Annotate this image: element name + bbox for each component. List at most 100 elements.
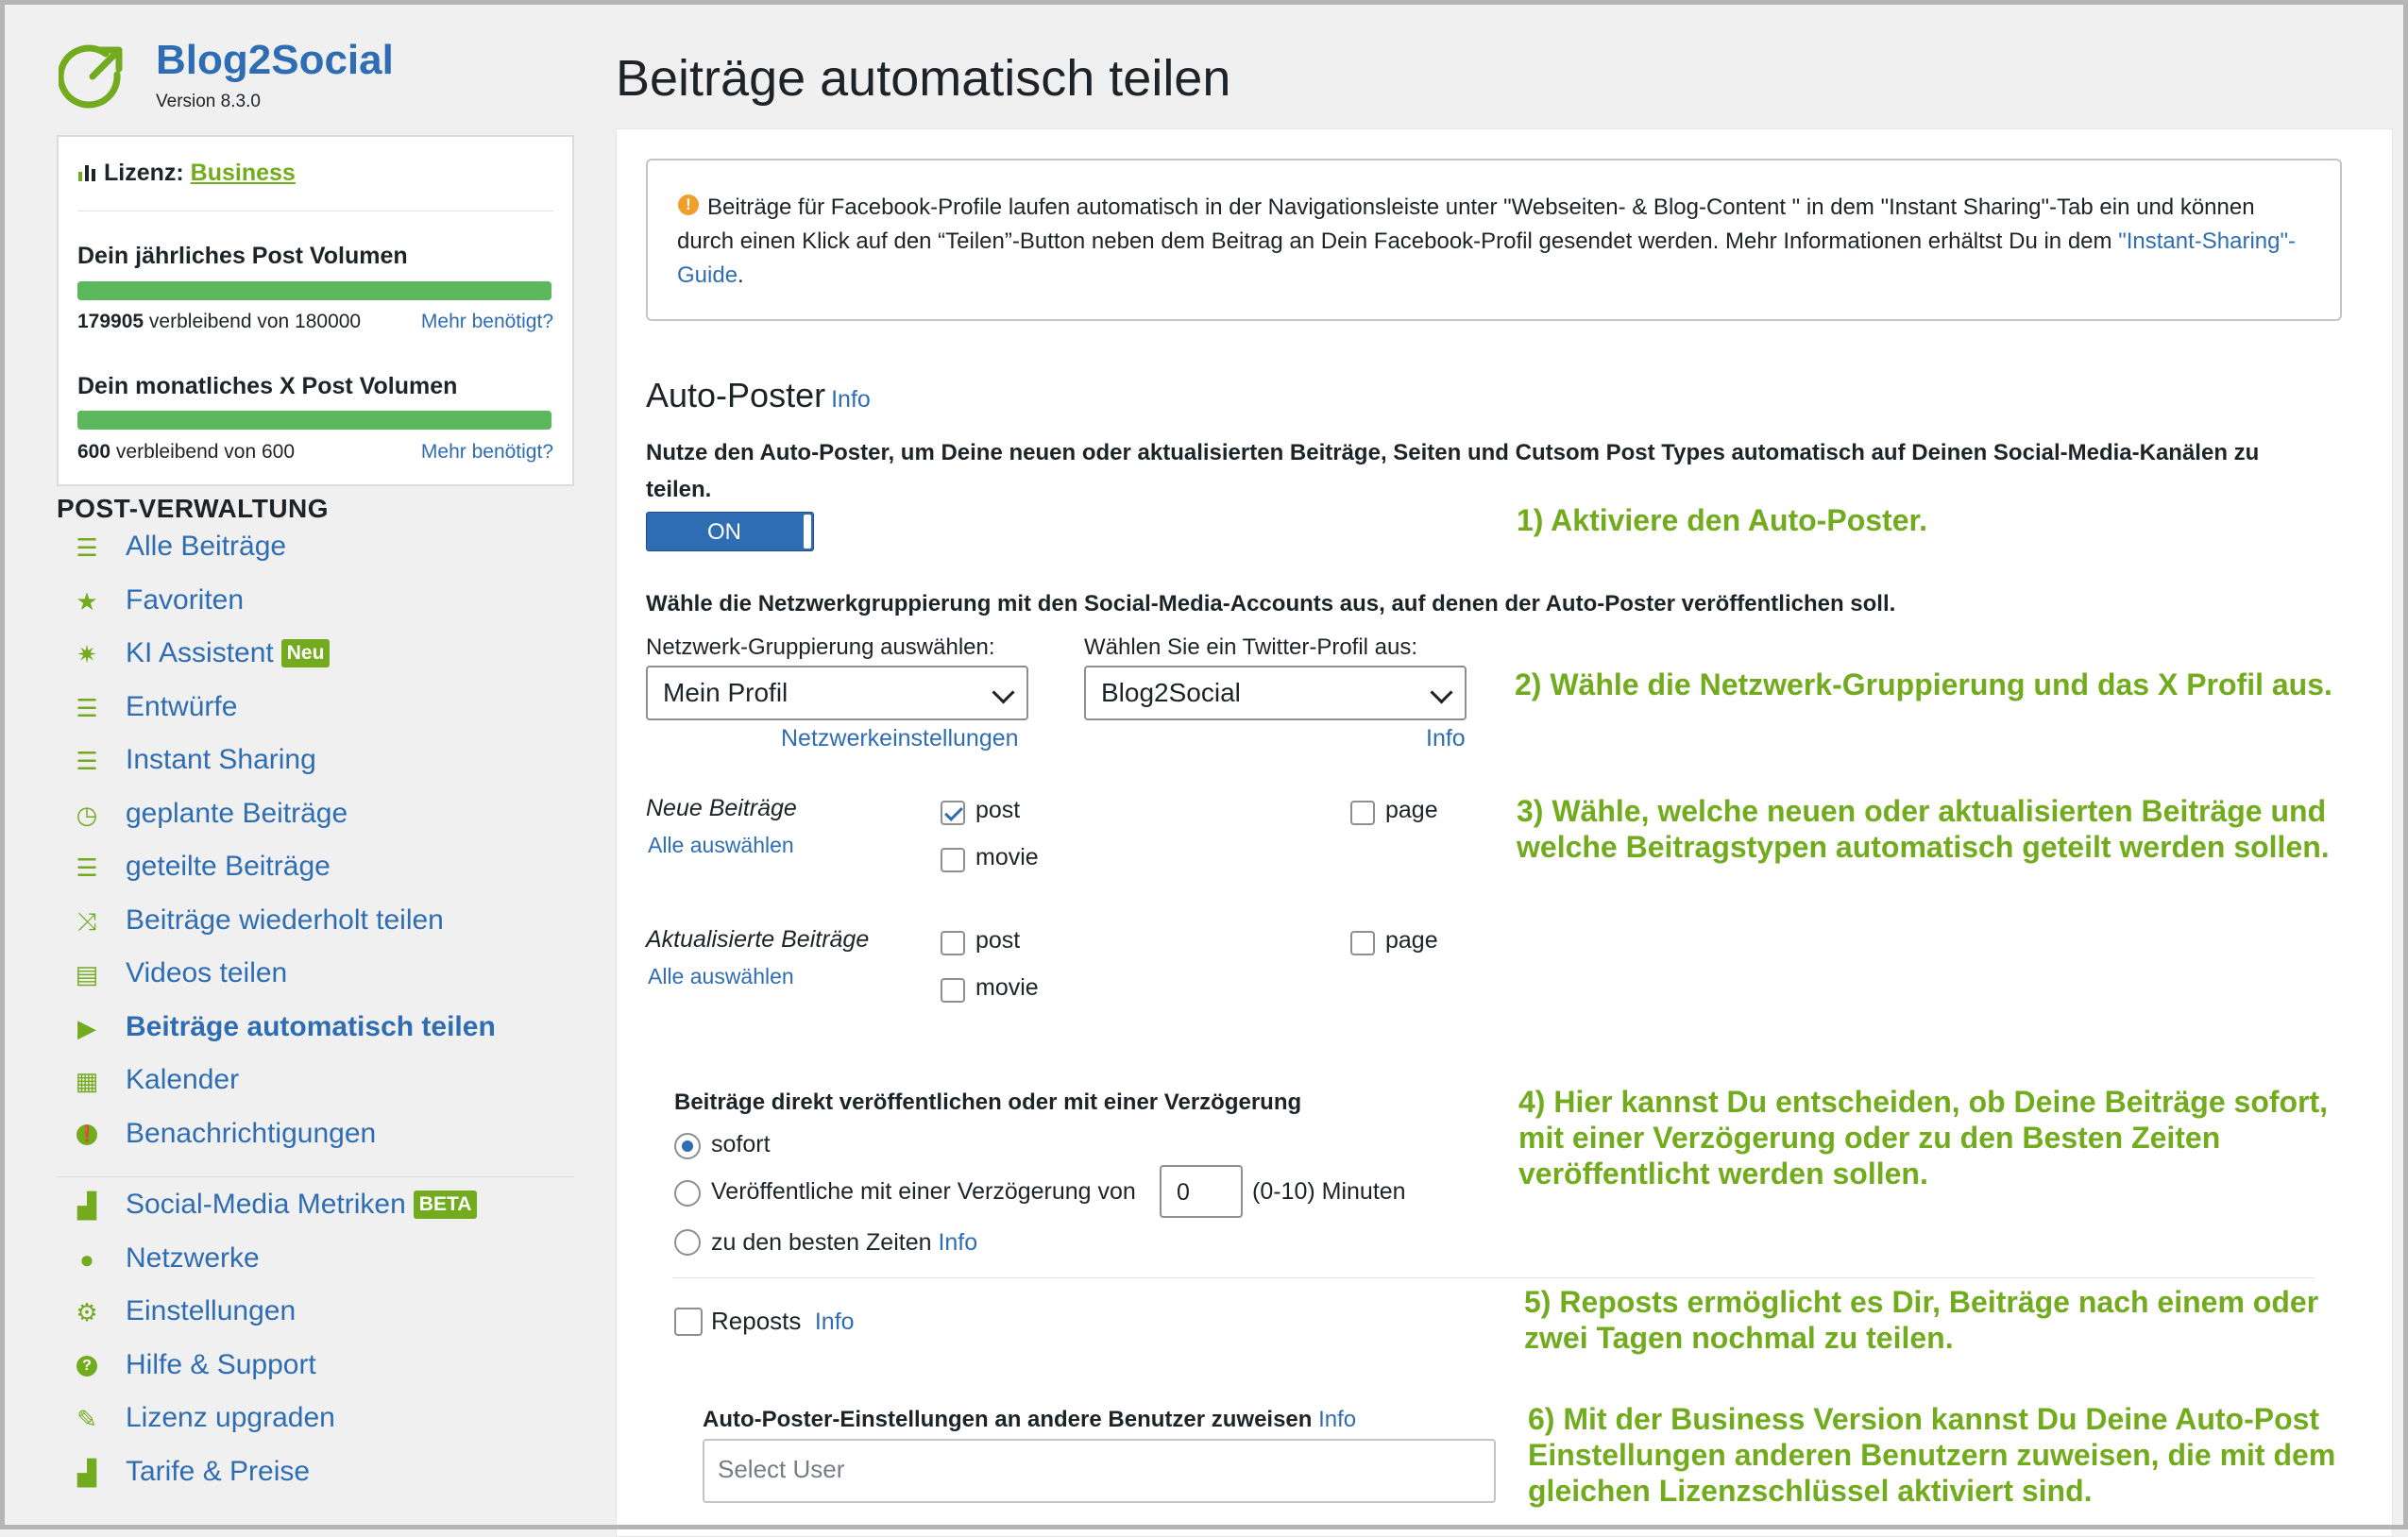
sidebar-item-tarife-preise[interactable]: ▟ Tarife & Preise [57, 1454, 585, 1508]
sidebar-item-entwürfe[interactable]: ☰ Entwürfe [57, 689, 585, 743]
alert-icon: ❗ [76, 1123, 97, 1145]
film-icon: ▤ [75, 960, 99, 988]
sidebar-item-label: Videos teilen [126, 957, 288, 988]
twitter-profile-select[interactable]: Blog2Social [1084, 666, 1467, 720]
reposts-info-link[interactable]: Info [815, 1309, 855, 1335]
sidebar-item-label: Entwürfe [126, 690, 238, 722]
sparkle-icon: ✷ [76, 640, 97, 668]
publish-now-radio[interactable] [674, 1133, 701, 1159]
sidebar-item-instant-sharing[interactable]: ☰ Instant Sharing [57, 742, 585, 796]
annotation-4: 4) Hier kannst Du entscheiden, ob Deine … [1518, 1085, 2329, 1191]
sidebar-item-ki-assistent[interactable]: ✷ KI Assistent Neu [57, 635, 585, 689]
publish-delay-radio[interactable] [674, 1180, 701, 1207]
bar-chart-icon: ▟ [77, 1191, 96, 1220]
autoposter-intro: Nutze den Auto-Poster, um Deine neuen od… [646, 440, 2260, 502]
annotation-2: 2) Wähle die Netzwerk-Gruppierung und da… [1515, 667, 2332, 701]
delay-minutes-input[interactable]: 0 [1160, 1165, 1243, 1218]
bar-chart-icon: ▟ [77, 1458, 96, 1487]
user-icon: ● [79, 1244, 94, 1274]
toggle-label: ON [707, 519, 741, 545]
monthly-more-link[interactable]: Mehr benötigt? [421, 441, 553, 464]
sidebar-item-hilfe-support[interactable]: ? Hilfe & Support [57, 1347, 585, 1401]
annotation-6: 6) Mit der Business Version kannst Du De… [1528, 1402, 2336, 1508]
chevron-down-icon [1430, 681, 1453, 704]
sidebar-item-videos-teilen[interactable]: ▤ Videos teilen [57, 955, 585, 1009]
sidebar-item-geplante-beiträge[interactable]: ◷ geplante Beiträge [57, 796, 585, 850]
publish-best-times-radio[interactable] [674, 1229, 701, 1256]
sidebar-item-label: Favoriten [126, 583, 245, 616]
best-times-info-link[interactable]: Info [938, 1229, 977, 1256]
sidebar: Blog2Social Version 8.3.0 Lizenz: Busine… [57, 14, 604, 1487]
reposts-label: Reposts Info [711, 1307, 855, 1335]
sidebar-item-label: Hilfe & Support [126, 1348, 316, 1380]
monthly-volume-info: 600 verbleibend von 600 [77, 441, 296, 463]
sidebar-item-netzwerke[interactable]: ● Netzwerke [57, 1241, 585, 1294]
assign-users-info-link[interactable]: Info [1318, 1407, 1356, 1432]
sidebar-item-label: Netzwerke [126, 1241, 260, 1274]
list-icon: ☰ [76, 693, 98, 722]
sidebar-item-social-media-metriken[interactable]: ▟ Social-Media Metriken BETA [57, 1187, 585, 1241]
sidebar-item-label: geteilte Beiträge [126, 851, 331, 882]
info-notice: ! Beiträge für Facebook-Profile laufen a… [646, 159, 2342, 321]
updated-posts-select-all[interactable]: Alle auswählen [648, 964, 794, 989]
gear-icon: ⚙ [76, 1298, 98, 1326]
grouping-lead: Wähle die Netzwerkgruppierung mit den So… [646, 591, 1896, 616]
assign-users-title: Auto-Poster-Einstellungen an andere Benu… [703, 1407, 1357, 1432]
network-settings-link[interactable]: Netzwerkeinstellungen [781, 725, 1019, 752]
badge: Neu [280, 639, 331, 667]
new-posts-select-all[interactable]: Alle auswählen [648, 833, 794, 858]
new-movie-label: movie [975, 844, 1039, 870]
shuffle-icon: ⤨ [76, 906, 97, 936]
chevron-down-icon [992, 681, 1015, 704]
license-plan-link[interactable]: Business [191, 160, 296, 186]
publish-best-times-label: zu den besten Zeiten Info [711, 1229, 978, 1256]
monthly-volume-progress [77, 411, 551, 430]
publish-now-label: sofort [711, 1131, 771, 1157]
sidebar-item-label: Beiträge automatisch teilen [126, 1010, 496, 1042]
delay-title: Beiträge direkt veröffentlichen oder mit… [674, 1089, 1302, 1115]
new-post-checkbox[interactable] [941, 801, 965, 825]
clock-icon: ◷ [76, 800, 98, 829]
select-user-field[interactable] [703, 1439, 1496, 1503]
updated-movie-checkbox[interactable] [941, 978, 965, 1003]
nav-section-title: POST-VERWALTUNG [57, 494, 330, 523]
select-user-input[interactable] [716, 1454, 1475, 1485]
sidebar-item-beiträge-automatisch-teilen[interactable]: ▶ Beiträge automatisch teilen [57, 1009, 585, 1063]
sidebar-item-label: KI Assistent Neu [126, 637, 331, 669]
sidebar-item-kalender[interactable]: ▦ Kalender [57, 1062, 585, 1116]
new-movie-checkbox[interactable] [941, 848, 965, 872]
annotation-5: 5) Reposts ermöglicht es Dir, Beiträge n… [1524, 1285, 2319, 1355]
twitter-info-link[interactable]: Info [1426, 725, 1466, 752]
page-title: Beiträge automatisch teilen [616, 50, 1231, 107]
yearly-volume-progress [77, 281, 551, 300]
play-icon: ▶ [77, 1013, 96, 1042]
sidebar-item-label: Social-Media Metriken BETA [126, 1189, 478, 1221]
autoposter-info-link[interactable]: Info [831, 386, 871, 413]
network-grouping-select[interactable]: Mein Profil [646, 666, 1028, 720]
license-box: Lizenz: Business Dein jährliches Post Vo… [57, 135, 574, 486]
updated-page-checkbox[interactable] [1350, 931, 1375, 955]
sidebar-item-label: Einstellungen [126, 1295, 297, 1326]
help-icon: ? [76, 1355, 97, 1377]
sidebar-item-label: Benachrichtigungen [126, 1117, 377, 1149]
updated-post-checkbox[interactable] [941, 931, 965, 955]
new-page-checkbox[interactable] [1350, 801, 1375, 825]
sidebar-item-alle-beiträge[interactable]: ☰ Alle Beiträge [57, 529, 585, 583]
sidebar-item-benachrichtigungen[interactable]: ❗ Benachrichtigungen [57, 1116, 585, 1170]
updated-posts-label: Aktualisierte Beiträge [646, 926, 870, 953]
sidebar-item-favoriten[interactable]: ★ Favoriten [57, 583, 585, 636]
sidebar-item-beiträge-wiederholt-teilen[interactable]: ⤨ Beiträge wiederholt teilen [57, 903, 585, 956]
sidebar-item-einstellungen[interactable]: ⚙ Einstellungen [57, 1293, 585, 1347]
reposts-checkbox[interactable] [674, 1308, 703, 1336]
sidebar-item-geteilte-beiträge[interactable]: ☰ geteilte Beiträge [57, 849, 585, 903]
license-heading: Lizenz: Business [77, 160, 296, 187]
sidebar-item-label: Kalender [126, 1064, 240, 1095]
updated-post-label: post [975, 927, 1021, 954]
nav-divider [57, 1176, 574, 1177]
star-icon: ★ [76, 586, 98, 616]
sidebar-item-lizenz-upgraden[interactable]: ✎ Lizenz upgraden [57, 1400, 585, 1454]
version-label: Version 8.3.0 [156, 92, 261, 111]
autoposter-toggle[interactable]: ON [646, 512, 814, 551]
divider [672, 1277, 2315, 1278]
yearly-more-link[interactable]: Mehr benötigt? [421, 311, 553, 333]
